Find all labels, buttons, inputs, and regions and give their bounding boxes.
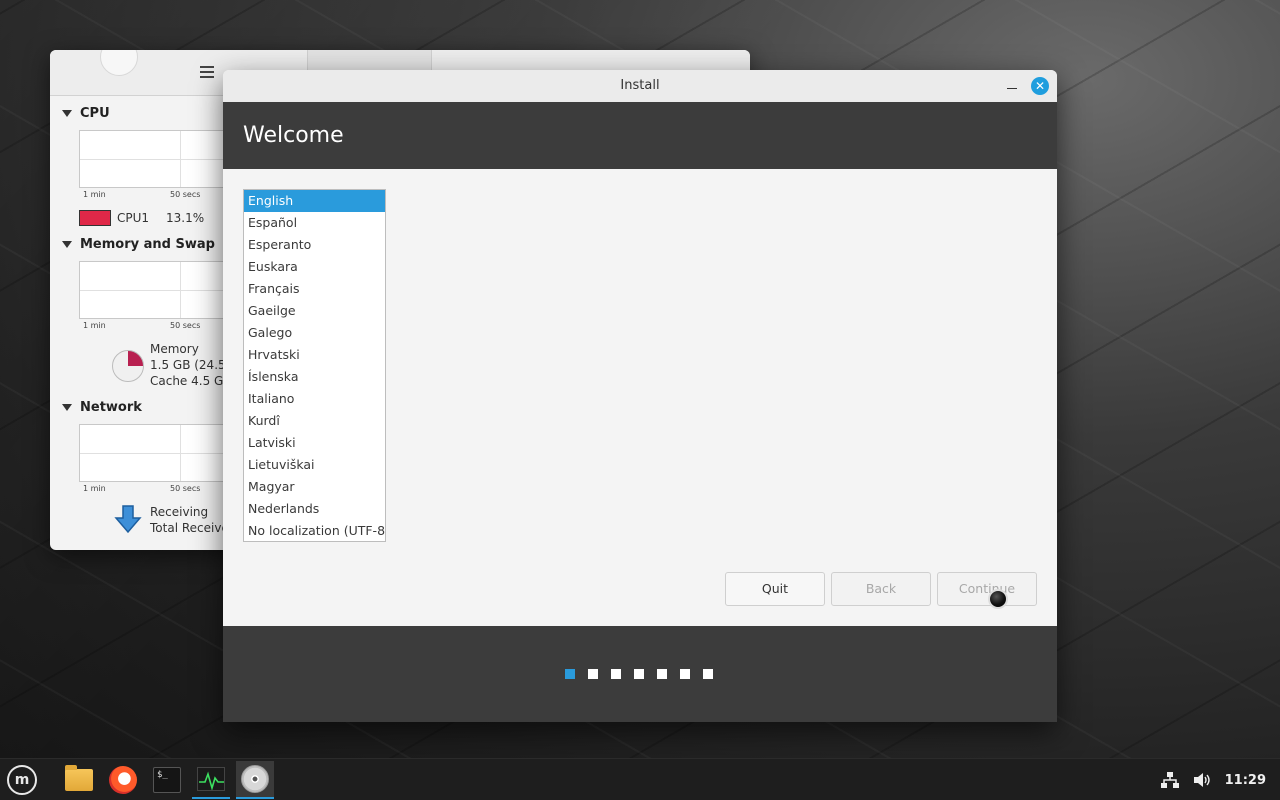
taskbar: m $_ 11:29 xyxy=(0,758,1280,800)
step-dot xyxy=(565,669,575,679)
language-option[interactable]: No localization (UTF-8) xyxy=(244,520,385,542)
language-option[interactable]: Latviski xyxy=(244,432,385,454)
step-indicator-bar xyxy=(223,626,1057,722)
processes-tab-icon[interactable] xyxy=(200,66,214,78)
memory-section-header[interactable]: Memory and Swap xyxy=(62,237,215,252)
language-option[interactable]: Français xyxy=(244,278,385,300)
language-option[interactable]: Gaeilge xyxy=(244,300,385,322)
back-button[interactable]: Back xyxy=(831,572,931,606)
step-dot xyxy=(634,669,644,679)
firefox-launcher[interactable] xyxy=(104,761,142,799)
close-icon[interactable]: ✕ xyxy=(1031,77,1049,95)
language-option[interactable]: Esperanto xyxy=(244,234,385,256)
network-section-title: Network xyxy=(80,400,142,415)
disc-icon xyxy=(241,765,269,793)
download-arrow-icon xyxy=(114,505,142,534)
language-option[interactable]: Magyar xyxy=(244,476,385,498)
collapse-triangle-icon xyxy=(62,404,72,411)
system-monitor-taskbar-button[interactable] xyxy=(192,761,230,799)
language-option[interactable]: Italiano xyxy=(244,388,385,410)
mouse-cursor-icon xyxy=(988,589,1008,609)
tick-label: 50 secs xyxy=(170,190,201,199)
window-title: Install xyxy=(620,78,660,93)
system-monitor-icon xyxy=(197,767,225,791)
cpu-section-header[interactable]: CPU xyxy=(62,106,110,121)
firefox-icon xyxy=(109,766,137,794)
page-title: Welcome xyxy=(223,102,1057,169)
clock[interactable]: 11:29 xyxy=(1225,773,1266,788)
tick-label: 1 min xyxy=(83,190,106,199)
cpu-label: CPU1 xyxy=(117,211,150,225)
cpu-color-swatch[interactable] xyxy=(79,210,111,226)
language-option[interactable]: Nederlands xyxy=(244,498,385,520)
tick-label: 50 secs xyxy=(170,321,201,330)
step-dots xyxy=(565,669,713,679)
memory-pie-icon[interactable] xyxy=(112,350,144,382)
cpu-section-title: CPU xyxy=(80,106,110,121)
system-tray: 11:29 xyxy=(1160,759,1266,800)
step-dot xyxy=(703,669,713,679)
minimize-icon[interactable] xyxy=(1005,79,1019,93)
language-option[interactable]: Euskara xyxy=(244,256,385,278)
language-option[interactable]: Kurdî xyxy=(244,410,385,432)
network-graph xyxy=(79,424,229,482)
language-option[interactable]: English xyxy=(244,190,385,212)
language-list[interactable]: English Español Esperanto Euskara Français Ga… xyxy=(243,189,386,542)
memory-cache: Cache 4.5 GB xyxy=(150,374,232,388)
files-launcher[interactable] xyxy=(60,761,98,799)
terminal-icon: $_ xyxy=(153,767,181,793)
network-total: Total Receive xyxy=(150,521,229,535)
install-titlebar[interactable]: Install ✕ xyxy=(223,70,1057,102)
memory-title: Memory xyxy=(150,342,199,356)
network-receiving: Receiving xyxy=(150,505,209,519)
folder-icon xyxy=(65,765,93,791)
memory-graph xyxy=(79,261,229,319)
cpu-value: 13.1% xyxy=(166,211,205,225)
collapse-triangle-icon xyxy=(62,241,72,248)
step-dot xyxy=(680,669,690,679)
step-dot xyxy=(588,669,598,679)
tick-label: 1 min xyxy=(83,484,106,493)
tick-label: 50 secs xyxy=(170,484,201,493)
continue-button[interactable]: Continue xyxy=(937,572,1037,606)
language-option[interactable]: Íslenska xyxy=(244,366,385,388)
collapse-triangle-icon xyxy=(62,110,72,117)
memory-used: 1.5 GB (24.5 xyxy=(150,358,226,372)
cpu-graph xyxy=(79,130,229,188)
step-dot xyxy=(657,669,667,679)
menu-button[interactable]: m xyxy=(3,761,41,799)
terminal-launcher[interactable]: $_ xyxy=(148,761,186,799)
tick-label: 1 min xyxy=(83,321,106,330)
language-option[interactable]: Español xyxy=(244,212,385,234)
network-section-header[interactable]: Network xyxy=(62,400,142,415)
step-dot xyxy=(611,669,621,679)
language-option[interactable]: Hrvatski xyxy=(244,344,385,366)
memory-section-title: Memory and Swap xyxy=(80,237,215,252)
language-option[interactable]: Galego xyxy=(244,322,385,344)
install-window[interactable]: Install ✕ Welcome English Español Esperant… xyxy=(223,70,1057,722)
installer-taskbar-button[interactable] xyxy=(236,761,274,799)
mint-menu-icon: m xyxy=(7,765,37,795)
quit-button[interactable]: Quit xyxy=(725,572,825,606)
network-icon[interactable] xyxy=(1160,772,1179,788)
volume-icon[interactable] xyxy=(1193,772,1211,788)
language-option[interactable]: Lietuviškai xyxy=(244,454,385,476)
app-avatar-icon xyxy=(100,50,138,76)
